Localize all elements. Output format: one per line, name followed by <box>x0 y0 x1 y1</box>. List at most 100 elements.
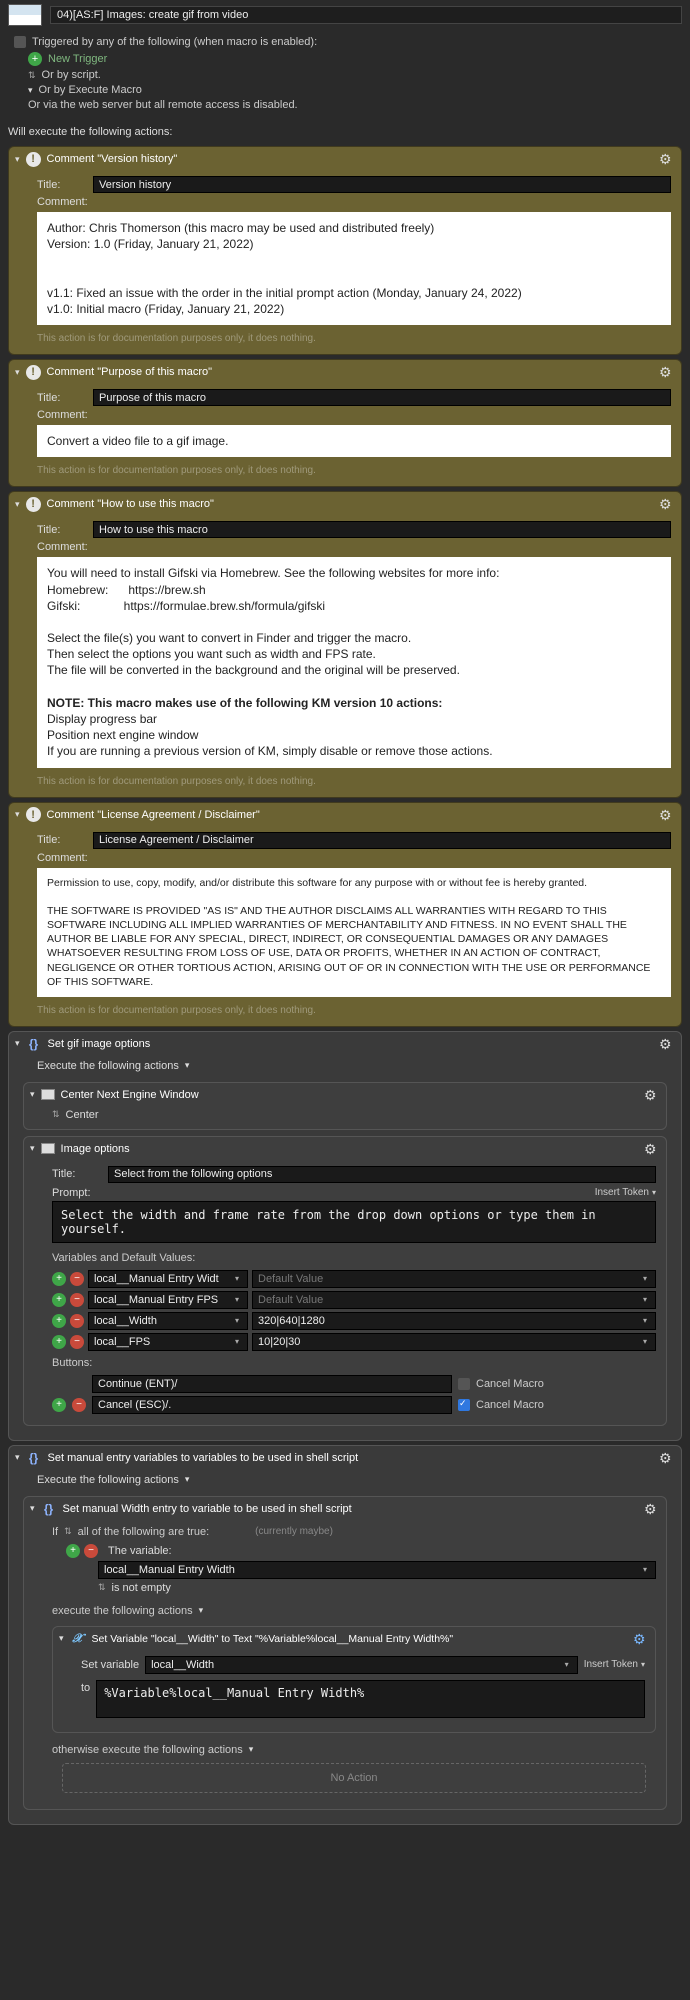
remove-button-icon[interactable]: − <box>72 1398 86 1412</box>
title-label: Title: <box>52 1168 102 1180</box>
chevron-down-icon[interactable]: ▾ <box>185 1060 190 1071</box>
comment-action: ▾ ! Comment "Purpose of this macro" ⚙ Ti… <box>8 359 682 487</box>
chevron-down-icon[interactable]: ▾ <box>30 1143 35 1154</box>
updown-icon[interactable]: ⇅ <box>64 1526 72 1537</box>
updown-icon[interactable]: ⇅ <box>98 1582 106 1593</box>
updown-icon[interactable]: ⇅ <box>28 70 36 81</box>
comment-head: Comment "How to use this macro" <box>47 498 653 510</box>
comment-body[interactable]: You will need to install Gifski via Home… <box>37 557 671 767</box>
var-value-input[interactable]: 10|20|30▾ <box>252 1333 656 1351</box>
insert-token-button[interactable]: Insert Token▾ <box>595 1187 656 1198</box>
var-name-select[interactable]: local__Manual Entry Widt▾ <box>88 1270 248 1288</box>
chevron-down-icon[interactable]: ▾ <box>28 85 33 96</box>
add-condition-icon[interactable]: + <box>66 1544 80 1558</box>
button-text-input[interactable] <box>92 1396 452 1414</box>
cancel-macro-checkbox[interactable] <box>458 1399 470 1411</box>
gear-icon[interactable]: ⚙ <box>659 1036 675 1052</box>
to-label: to <box>81 1677 90 1694</box>
comment-body[interactable]: Permission to use, copy, modify, and/or … <box>37 868 671 997</box>
new-trigger-link[interactable]: New Trigger <box>48 53 107 65</box>
action-set-variable: ▾ 𝒳 Set Variable "local__Width" to Text … <box>52 1626 656 1733</box>
var-name-select[interactable]: local__Width▾ <box>88 1312 248 1330</box>
trigger-enabled-checkbox[interactable] <box>14 36 26 48</box>
variables-label: Variables and Default Values: <box>52 1249 656 1267</box>
gear-icon[interactable]: ⚙ <box>633 1631 649 1647</box>
gear-icon[interactable]: ⚙ <box>659 151 675 167</box>
cancel-macro-label: Cancel Macro <box>476 1399 544 1411</box>
doc-note: This action is for documentation purpose… <box>37 329 671 346</box>
remove-var-icon[interactable]: − <box>70 1314 84 1328</box>
remove-var-icon[interactable]: − <box>70 1272 84 1286</box>
chevron-down-icon[interactable]: ▾ <box>15 499 20 510</box>
remove-condition-icon[interactable]: − <box>84 1544 98 1558</box>
title-label: Title: <box>37 392 87 404</box>
chevron-down-icon[interactable]: ▾ <box>15 154 20 165</box>
group-title: Set manual entry variables to variables … <box>48 1452 653 1464</box>
chevron-down-icon[interactable]: ▾ <box>59 1633 64 1644</box>
comment-title-input[interactable] <box>93 389 671 406</box>
comment-title-input[interactable] <box>93 176 671 193</box>
to-value-input[interactable]: %Variable%local__Manual Entry Width% <box>96 1680 645 1718</box>
insert-token-button[interactable]: Insert Token▾ <box>584 1659 645 1670</box>
comment-title-input[interactable] <box>93 521 671 538</box>
comment-body[interactable]: Convert a video file to a gif image. <box>37 425 671 457</box>
gear-icon[interactable]: ⚙ <box>644 1501 660 1517</box>
button-text-input[interactable] <box>92 1375 452 1393</box>
chevron-down-icon[interactable]: ▾ <box>199 1605 204 1616</box>
var-name-select[interactable]: local__Manual Entry FPS▾ <box>88 1291 248 1309</box>
if-title: Set manual Width entry to variable to be… <box>63 1503 638 1515</box>
title-input[interactable] <box>108 1166 656 1183</box>
doc-note: This action is for documentation purpose… <box>37 461 671 478</box>
chevron-down-icon[interactable]: ▾ <box>15 809 20 820</box>
var-name-select[interactable]: local__FPS▾ <box>88 1333 248 1351</box>
comment-label: Comment: <box>37 409 88 421</box>
chevron-down-icon[interactable]: ▾ <box>30 1503 35 1514</box>
action-image-options: ▾ Image options ⚙ Title: Prompt: Insert … <box>23 1136 667 1426</box>
gear-icon[interactable]: ⚙ <box>644 1141 660 1157</box>
group-set-manual-vars: ▾ {} Set manual entry variables to varia… <box>8 1445 682 1825</box>
setvar-variable-select[interactable]: local__Width▾ <box>145 1656 578 1674</box>
gear-icon[interactable]: ⚙ <box>659 1450 675 1466</box>
buttons-label: Buttons: <box>52 1354 656 1372</box>
chevron-down-icon[interactable]: ▾ <box>15 1452 20 1463</box>
updown-icon[interactable]: ⇅ <box>52 1109 60 1120</box>
chevron-down-icon[interactable]: ▾ <box>249 1744 254 1755</box>
gear-icon[interactable]: ⚙ <box>644 1087 660 1103</box>
chevron-down-icon[interactable]: ▾ <box>185 1474 190 1485</box>
cancel-macro-checkbox[interactable] <box>458 1378 470 1390</box>
comment-action: ▾ ! Comment "Version history" ⚙ Title: C… <box>8 146 682 355</box>
var-value-input[interactable]: Default Value▾ <box>252 1291 656 1309</box>
var-value-input[interactable]: Default Value▾ <box>252 1270 656 1288</box>
chevron-down-icon[interactable]: ▾ <box>30 1089 35 1100</box>
add-var-icon[interactable]: + <box>52 1314 66 1328</box>
gear-icon[interactable]: ⚙ <box>659 807 675 823</box>
if-label: If <box>52 1526 58 1538</box>
prompt-textarea[interactable]: Select the width and frame rate from the… <box>52 1201 656 1243</box>
comment-body[interactable]: Author: Chris Thomerson (this macro may … <box>37 212 671 325</box>
or-by-script: Or by script. <box>42 69 101 81</box>
comment-head: Comment "Purpose of this macro" <box>47 366 653 378</box>
comment-label: Comment: <box>37 852 88 864</box>
add-trigger-icon[interactable]: + <box>28 52 42 66</box>
no-action-placeholder[interactable]: No Action <box>62 1763 646 1793</box>
trigger-section: Triggered by any of the following (when … <box>0 30 690 120</box>
add-var-icon[interactable]: + <box>52 1272 66 1286</box>
add-var-icon[interactable]: + <box>52 1293 66 1307</box>
var-value-input[interactable]: 320|640|1280▾ <box>252 1312 656 1330</box>
remove-var-icon[interactable]: − <box>70 1335 84 1349</box>
remove-var-icon[interactable]: − <box>70 1293 84 1307</box>
gear-icon[interactable]: ⚙ <box>659 364 675 380</box>
comment-label: Comment: <box>37 541 88 553</box>
macro-title-input[interactable] <box>50 6 682 24</box>
comment-label: Comment: <box>37 196 88 208</box>
gear-icon[interactable]: ⚙ <box>659 496 675 512</box>
comment-action: ▾ ! Comment "License Agreement / Disclai… <box>8 802 682 1027</box>
comment-title-input[interactable] <box>93 832 671 849</box>
add-var-icon[interactable]: + <box>52 1335 66 1349</box>
chevron-down-icon[interactable]: ▾ <box>15 367 20 378</box>
condition-variable-select[interactable]: local__Manual Entry Width▾ <box>98 1561 656 1579</box>
or-web-server: Or via the web server but all remote acc… <box>14 99 676 111</box>
chevron-down-icon[interactable]: ▾ <box>15 1038 20 1049</box>
or-by-execute: Or by Execute Macro <box>39 84 142 96</box>
add-button-icon[interactable]: + <box>52 1398 66 1412</box>
